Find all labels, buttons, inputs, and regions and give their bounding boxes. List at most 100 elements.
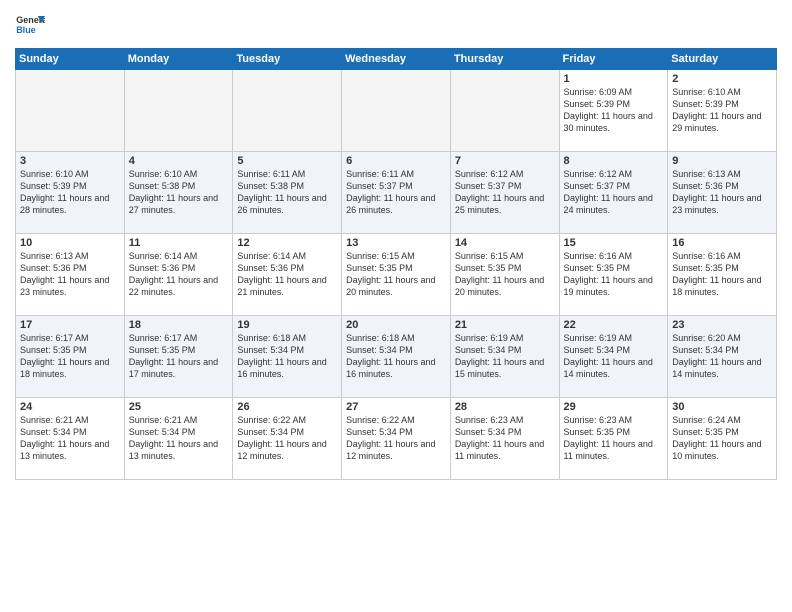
day-info: Sunrise: 6:19 AMSunset: 5:34 PMDaylight:… xyxy=(455,332,555,381)
calendar-cell: 5Sunrise: 6:11 AMSunset: 5:38 PMDaylight… xyxy=(233,152,342,234)
calendar-cell: 23Sunrise: 6:20 AMSunset: 5:34 PMDayligh… xyxy=(668,316,777,398)
calendar-cell xyxy=(16,70,125,152)
week-row-4: 17Sunrise: 6:17 AMSunset: 5:35 PMDayligh… xyxy=(16,316,777,398)
day-info: Sunrise: 6:23 AMSunset: 5:35 PMDaylight:… xyxy=(564,414,664,463)
day-number: 30 xyxy=(672,401,772,413)
calendar-cell: 10Sunrise: 6:13 AMSunset: 5:36 PMDayligh… xyxy=(16,234,125,316)
day-number: 12 xyxy=(237,237,337,249)
calendar-cell: 8Sunrise: 6:12 AMSunset: 5:37 PMDaylight… xyxy=(559,152,668,234)
day-info: Sunrise: 6:19 AMSunset: 5:34 PMDaylight:… xyxy=(564,332,664,381)
calendar-cell xyxy=(124,70,233,152)
calendar-cell xyxy=(342,70,451,152)
day-number: 28 xyxy=(455,401,555,413)
day-info: Sunrise: 6:21 AMSunset: 5:34 PMDaylight:… xyxy=(20,414,120,463)
day-number: 11 xyxy=(129,237,229,249)
day-info: Sunrise: 6:11 AMSunset: 5:37 PMDaylight:… xyxy=(346,168,446,217)
calendar-cell: 18Sunrise: 6:17 AMSunset: 5:35 PMDayligh… xyxy=(124,316,233,398)
day-number: 21 xyxy=(455,319,555,331)
day-info: Sunrise: 6:12 AMSunset: 5:37 PMDaylight:… xyxy=(564,168,664,217)
day-info: Sunrise: 6:18 AMSunset: 5:34 PMDaylight:… xyxy=(346,332,446,381)
day-number: 27 xyxy=(346,401,446,413)
day-info: Sunrise: 6:11 AMSunset: 5:38 PMDaylight:… xyxy=(237,168,337,217)
calendar-cell: 26Sunrise: 6:22 AMSunset: 5:34 PMDayligh… xyxy=(233,398,342,480)
calendar-cell: 14Sunrise: 6:15 AMSunset: 5:35 PMDayligh… xyxy=(450,234,559,316)
calendar-table: SundayMondayTuesdayWednesdayThursdayFrid… xyxy=(15,48,777,480)
week-row-3: 10Sunrise: 6:13 AMSunset: 5:36 PMDayligh… xyxy=(16,234,777,316)
svg-text:Blue: Blue xyxy=(16,25,36,35)
calendar-cell xyxy=(450,70,559,152)
day-info: Sunrise: 6:22 AMSunset: 5:34 PMDaylight:… xyxy=(237,414,337,463)
page-container: General Blue SundayMondayTuesdayWednesda… xyxy=(0,0,792,485)
calendar-cell: 3Sunrise: 6:10 AMSunset: 5:39 PMDaylight… xyxy=(16,152,125,234)
day-number: 26 xyxy=(237,401,337,413)
day-number: 13 xyxy=(346,237,446,249)
header-tuesday: Tuesday xyxy=(233,49,342,70)
day-number: 1 xyxy=(564,73,664,85)
header-thursday: Thursday xyxy=(450,49,559,70)
day-info: Sunrise: 6:21 AMSunset: 5:34 PMDaylight:… xyxy=(129,414,229,463)
day-number: 10 xyxy=(20,237,120,249)
header-wednesday: Wednesday xyxy=(342,49,451,70)
calendar-cell: 2Sunrise: 6:10 AMSunset: 5:39 PMDaylight… xyxy=(668,70,777,152)
day-info: Sunrise: 6:16 AMSunset: 5:35 PMDaylight:… xyxy=(564,250,664,299)
calendar-cell: 28Sunrise: 6:23 AMSunset: 5:34 PMDayligh… xyxy=(450,398,559,480)
day-number: 4 xyxy=(129,155,229,167)
day-info: Sunrise: 6:13 AMSunset: 5:36 PMDaylight:… xyxy=(20,250,120,299)
calendar-cell: 30Sunrise: 6:24 AMSunset: 5:35 PMDayligh… xyxy=(668,398,777,480)
day-info: Sunrise: 6:10 AMSunset: 5:39 PMDaylight:… xyxy=(672,86,772,135)
day-number: 20 xyxy=(346,319,446,331)
calendar-cell: 19Sunrise: 6:18 AMSunset: 5:34 PMDayligh… xyxy=(233,316,342,398)
calendar-cell: 21Sunrise: 6:19 AMSunset: 5:34 PMDayligh… xyxy=(450,316,559,398)
week-row-2: 3Sunrise: 6:10 AMSunset: 5:39 PMDaylight… xyxy=(16,152,777,234)
day-info: Sunrise: 6:16 AMSunset: 5:35 PMDaylight:… xyxy=(672,250,772,299)
day-number: 2 xyxy=(672,73,772,85)
calendar-cell: 25Sunrise: 6:21 AMSunset: 5:34 PMDayligh… xyxy=(124,398,233,480)
day-info: Sunrise: 6:14 AMSunset: 5:36 PMDaylight:… xyxy=(237,250,337,299)
header-monday: Monday xyxy=(124,49,233,70)
day-info: Sunrise: 6:15 AMSunset: 5:35 PMDaylight:… xyxy=(455,250,555,299)
calendar-header-row: SundayMondayTuesdayWednesdayThursdayFrid… xyxy=(16,49,777,70)
day-number: 17 xyxy=(20,319,120,331)
day-info: Sunrise: 6:23 AMSunset: 5:34 PMDaylight:… xyxy=(455,414,555,463)
day-info: Sunrise: 6:17 AMSunset: 5:35 PMDaylight:… xyxy=(20,332,120,381)
day-number: 9 xyxy=(672,155,772,167)
header-sunday: Sunday xyxy=(16,49,125,70)
day-number: 3 xyxy=(20,155,120,167)
day-info: Sunrise: 6:12 AMSunset: 5:37 PMDaylight:… xyxy=(455,168,555,217)
day-number: 6 xyxy=(346,155,446,167)
calendar-cell: 29Sunrise: 6:23 AMSunset: 5:35 PMDayligh… xyxy=(559,398,668,480)
logo-icon: General Blue xyxy=(15,10,45,40)
day-info: Sunrise: 6:14 AMSunset: 5:36 PMDaylight:… xyxy=(129,250,229,299)
calendar-cell: 6Sunrise: 6:11 AMSunset: 5:37 PMDaylight… xyxy=(342,152,451,234)
calendar-cell: 27Sunrise: 6:22 AMSunset: 5:34 PMDayligh… xyxy=(342,398,451,480)
day-number: 16 xyxy=(672,237,772,249)
calendar-cell: 11Sunrise: 6:14 AMSunset: 5:36 PMDayligh… xyxy=(124,234,233,316)
header-saturday: Saturday xyxy=(668,49,777,70)
day-number: 15 xyxy=(564,237,664,249)
day-number: 8 xyxy=(564,155,664,167)
day-number: 22 xyxy=(564,319,664,331)
logo: General Blue xyxy=(15,10,45,40)
day-info: Sunrise: 6:24 AMSunset: 5:35 PMDaylight:… xyxy=(672,414,772,463)
day-number: 19 xyxy=(237,319,337,331)
day-number: 18 xyxy=(129,319,229,331)
calendar-cell: 22Sunrise: 6:19 AMSunset: 5:34 PMDayligh… xyxy=(559,316,668,398)
calendar-cell: 9Sunrise: 6:13 AMSunset: 5:36 PMDaylight… xyxy=(668,152,777,234)
header-friday: Friday xyxy=(559,49,668,70)
day-number: 24 xyxy=(20,401,120,413)
calendar-cell xyxy=(233,70,342,152)
day-info: Sunrise: 6:09 AMSunset: 5:39 PMDaylight:… xyxy=(564,86,664,135)
day-number: 23 xyxy=(672,319,772,331)
day-info: Sunrise: 6:18 AMSunset: 5:34 PMDaylight:… xyxy=(237,332,337,381)
calendar-cell: 17Sunrise: 6:17 AMSunset: 5:35 PMDayligh… xyxy=(16,316,125,398)
calendar-cell: 20Sunrise: 6:18 AMSunset: 5:34 PMDayligh… xyxy=(342,316,451,398)
calendar-cell: 13Sunrise: 6:15 AMSunset: 5:35 PMDayligh… xyxy=(342,234,451,316)
calendar-cell: 1Sunrise: 6:09 AMSunset: 5:39 PMDaylight… xyxy=(559,70,668,152)
day-number: 29 xyxy=(564,401,664,413)
calendar-cell: 12Sunrise: 6:14 AMSunset: 5:36 PMDayligh… xyxy=(233,234,342,316)
day-info: Sunrise: 6:15 AMSunset: 5:35 PMDaylight:… xyxy=(346,250,446,299)
day-info: Sunrise: 6:22 AMSunset: 5:34 PMDaylight:… xyxy=(346,414,446,463)
calendar-cell: 4Sunrise: 6:10 AMSunset: 5:38 PMDaylight… xyxy=(124,152,233,234)
week-row-5: 24Sunrise: 6:21 AMSunset: 5:34 PMDayligh… xyxy=(16,398,777,480)
day-info: Sunrise: 6:13 AMSunset: 5:36 PMDaylight:… xyxy=(672,168,772,217)
